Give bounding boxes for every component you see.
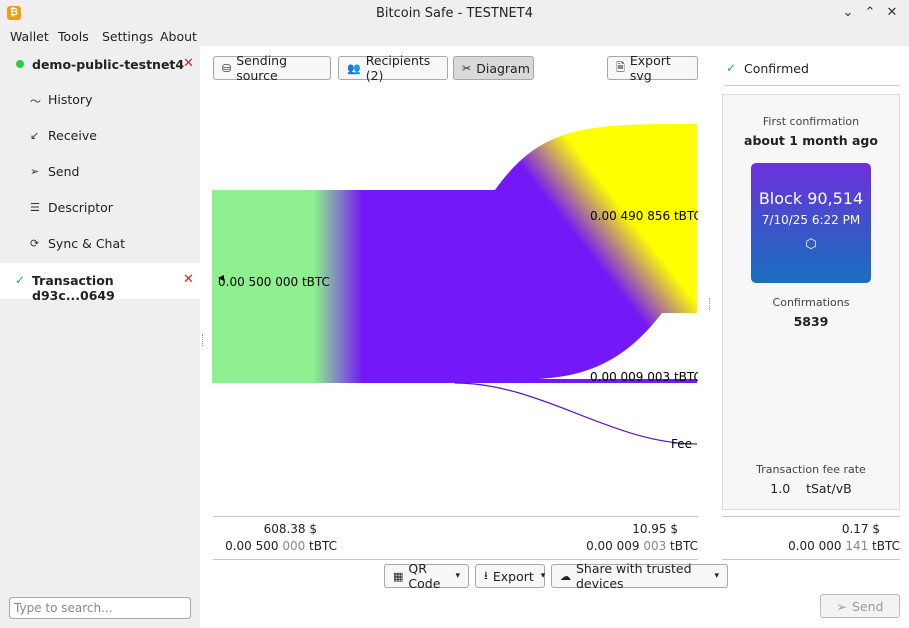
transaction-tab-label: Transaction d93c...0649 — [32, 273, 115, 303]
fee-rate-label: Transaction fee rate — [756, 463, 866, 476]
sidebar-item-receive[interactable]: ↙ Receive — [30, 127, 190, 147]
menu-wallet[interactable]: Wallet — [10, 29, 49, 44]
input-fiat: 608.38 $ — [263, 522, 317, 536]
svg-file-icon: 🗎 — [616, 60, 625, 74]
fee-btc: 0.00 000 141 tBTC — [788, 539, 900, 553]
confirmation-status: ✓ Confirmed — [724, 60, 900, 86]
fee-label: Fee — [671, 437, 692, 451]
chevron-down-icon: ▾ — [455, 571, 460, 581]
first-confirmation-value: about 1 month ago — [744, 133, 878, 148]
fee-rate: 1.0 tSat/vB — [770, 481, 852, 496]
list-icon: ☰ — [30, 201, 40, 214]
fee-flow — [454, 382, 698, 445]
divider — [722, 516, 900, 517]
input-btc: 0.00 500 000 tBTC — [225, 539, 337, 553]
confirmations-label: Confirmations — [772, 296, 850, 309]
block-time: 7/10/25 6:22 PM — [761, 213, 861, 227]
output2-amount-label: 0.00 009 003 tBTC — [590, 370, 698, 384]
check-icon: ✓ — [726, 61, 737, 75]
share-button[interactable]: ☁ Share with trusted devices ▾ — [551, 561, 728, 591]
sidebar-item-transaction[interactable]: ✓ Transaction d93c...0649 ✕ — [0, 263, 200, 303]
menu-settings[interactable]: Settings — [102, 29, 153, 44]
divider — [213, 559, 698, 560]
maximize-icon[interactable]: ⌃ — [862, 5, 878, 21]
connected-status-icon — [16, 60, 24, 68]
sidebar-item-sync-chat[interactable]: ⟳ Sync & Chat — [30, 235, 190, 255]
users-icon: 👥 — [347, 61, 361, 75]
fee-fiat: 0.17 $ — [841, 522, 880, 536]
cube-icon: ⬡ — [805, 237, 817, 252]
output1-flow — [455, 124, 697, 380]
block-card[interactable]: Block 90,514 7/10/25 6:22 PM ⬡ — [751, 163, 871, 283]
diagram-icon: ✂ — [462, 61, 472, 75]
confirmation-panel: First confirmation about 1 month ago Blo… — [722, 94, 900, 510]
sidebar: demo-public-testnet4 ✕ 〜 History ↙ Recei… — [0, 46, 200, 628]
first-confirmation-label: First confirmation — [762, 115, 860, 128]
splitter-handle-right[interactable] — [709, 298, 711, 310]
qr-code-button[interactable]: ▦ QR Code ▾ — [384, 561, 469, 591]
sync-icon: ⟳ — [30, 237, 40, 250]
close-transaction-icon[interactable]: ✕ — [183, 272, 194, 287]
qr-code-icon: ▦ — [393, 569, 404, 583]
check-icon: ✓ — [15, 273, 26, 287]
chart-line-icon: 〜 — [30, 95, 41, 108]
confirmations-value: 5839 — [793, 314, 829, 329]
paper-plane-icon: ➢ — [30, 165, 40, 178]
paper-plane-icon: ➢ — [836, 598, 847, 614]
arrow-down-left-icon: ↙ — [30, 129, 40, 142]
chevron-down-icon: ▾ — [714, 571, 719, 581]
minimize-icon[interactable]: ⌄ — [840, 5, 856, 21]
export-button[interactable]: ⭳ Export ▾ — [475, 564, 545, 588]
divider — [213, 516, 698, 517]
menu-bar: Wallet Tools Settings About — [0, 28, 909, 46]
wallet-name: demo-public-testnet4 — [32, 57, 185, 72]
sankey-diagram: 0.00 500 000 tBTC 0.00 490 856 tBTC 0.00… — [212, 124, 698, 451]
block-title: Block 90,514 — [758, 189, 864, 208]
input-amount-label: 0.00 500 000 tBTC — [218, 275, 330, 289]
splitter-handle[interactable] — [202, 334, 204, 346]
coins-icon: ⛁ — [222, 61, 232, 75]
close-icon[interactable]: ✕ — [884, 5, 900, 21]
sidebar-wallet[interactable]: demo-public-testnet4 ✕ — [0, 54, 200, 76]
output1-amount-label: 0.00 490 856 tBTC — [590, 209, 698, 223]
sidebar-item-history[interactable]: 〜 History — [30, 91, 190, 111]
window-title: Bitcoin Safe - TESTNET4 — [376, 6, 533, 21]
menu-about[interactable]: About — [160, 29, 197, 44]
recipients-button[interactable]: 👥 Recipients (2) — [338, 53, 448, 83]
search-input[interactable] — [9, 597, 191, 619]
title-bar: ₿ Bitcoin Safe - TESTNET4 ⌄ ⌃ ✕ — [0, 0, 909, 28]
output-fiat: 10.95 $ — [632, 522, 678, 536]
cloud-icon: ☁ — [560, 569, 571, 583]
chevron-down-icon: ▾ — [540, 571, 546, 581]
close-wallet-icon[interactable]: ✕ — [183, 56, 194, 71]
transaction-view: ⛁ Sending source 👥 Recipients (2) ✂ Diag… — [200, 46, 909, 628]
export-svg-button[interactable]: 🗎 Export svg — [607, 53, 698, 83]
download-icon: ⭳ — [484, 568, 488, 582]
sending-source-button[interactable]: ⛁ Sending source — [213, 53, 331, 83]
divider — [722, 559, 900, 560]
output-btc: 0.00 009 003 tBTC — [586, 539, 698, 553]
send-button[interactable]: ➢ Send — [820, 594, 900, 618]
sidebar-item-send[interactable]: ➢ Send — [30, 163, 190, 183]
menu-tools[interactable]: Tools — [58, 29, 89, 44]
sidebar-item-descriptor[interactable]: ☰ Descriptor — [30, 199, 190, 219]
diagram-button[interactable]: ✂ Diagram — [453, 56, 534, 80]
